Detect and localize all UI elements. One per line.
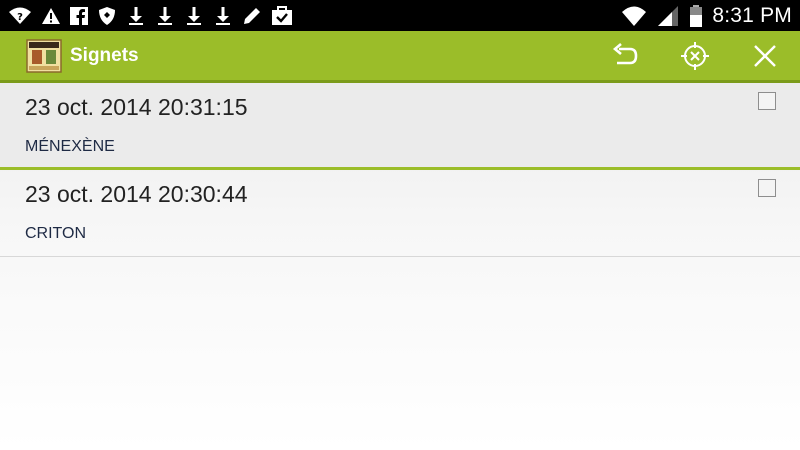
clock: 8:31 PM	[712, 3, 792, 27]
signal-icon	[658, 5, 679, 26]
warning-icon	[42, 7, 60, 24]
bookmark-list: 23 oct. 2014 20:31:15 MÉNEXÈNE 23 oct. 2…	[0, 83, 800, 450]
notification-icons: ?	[8, 3, 293, 28]
list-item[interactable]: 23 oct. 2014 20:30:44 CRITON	[0, 170, 800, 257]
bookmark-title: CRITON	[25, 225, 87, 242]
wifi-question-icon: ?	[9, 7, 31, 24]
bookmark-title: MÉNEXÈNE	[25, 138, 115, 155]
facebook-icon	[70, 6, 88, 25]
svg-text:?: ?	[17, 12, 23, 23]
status-bar: ? 8:31 PM	[0, 0, 800, 31]
crosshair-icon[interactable]	[679, 40, 711, 72]
bookmark-date: 23 oct. 2014 20:30:44	[25, 181, 248, 207]
app-logo[interactable]	[26, 39, 62, 73]
screen-title: Signets	[70, 45, 139, 66]
action-bar: Signets	[0, 31, 800, 83]
bookmark-date: 23 oct. 2014 20:31:15	[25, 94, 248, 120]
system-icons: 8:31 PM	[621, 3, 792, 28]
download-icon	[216, 6, 230, 25]
download-icon	[158, 6, 172, 25]
close-icon[interactable]	[749, 40, 781, 72]
download-icon	[129, 6, 143, 25]
download-icon	[187, 6, 201, 25]
wifi-icon	[622, 6, 647, 26]
shield-icon	[99, 6, 115, 25]
bookmark-checkbox[interactable]	[758, 179, 776, 197]
undo-icon[interactable]	[609, 40, 641, 72]
pencil-icon	[244, 7, 260, 24]
list-item[interactable]: 23 oct. 2014 20:31:15 MÉNEXÈNE	[0, 83, 800, 170]
bookmark-checkbox[interactable]	[758, 92, 776, 110]
briefcase-check-icon	[272, 5, 292, 25]
battery-icon	[690, 4, 703, 27]
